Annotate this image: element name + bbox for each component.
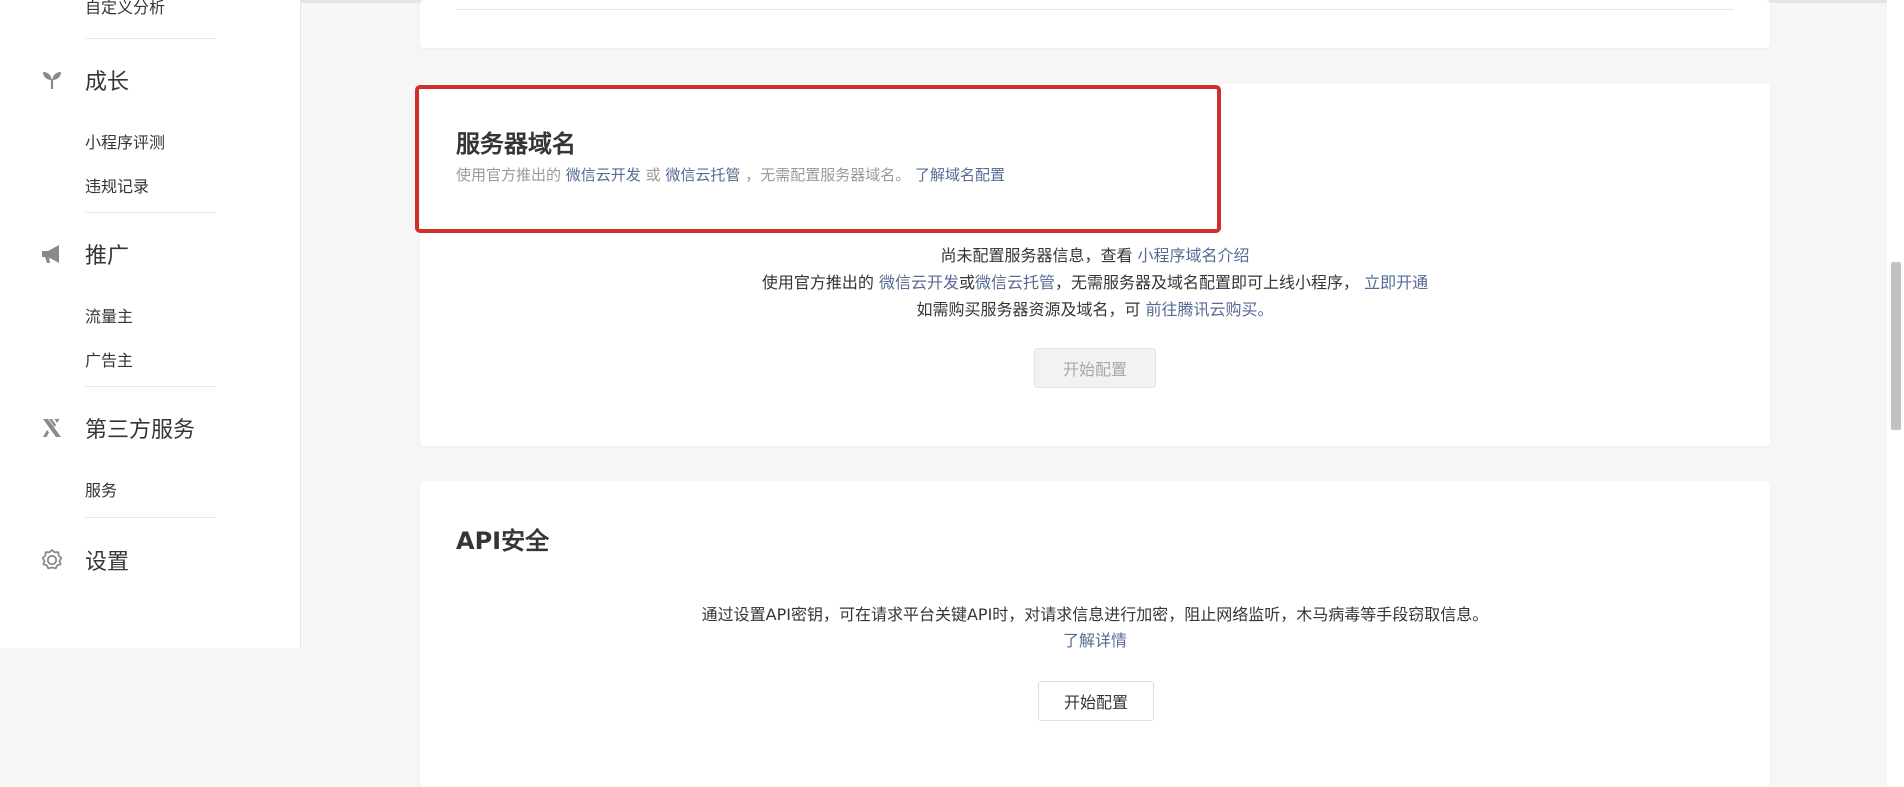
sidebar-group-label: 设置 bbox=[85, 550, 130, 575]
wechat-cloud-hosting-link[interactable]: 微信云托管 bbox=[975, 273, 1055, 292]
highlight-annotation bbox=[415, 85, 1221, 233]
card-title: API安全 bbox=[456, 527, 550, 555]
sidebar-divider bbox=[85, 212, 216, 213]
info-text: 如需购买服务器资源及域名，可 bbox=[916, 300, 1141, 319]
sidebar-group-label: 第三方服务 bbox=[85, 418, 196, 443]
info-text: ，无需服务器及域名配置即可上线小程序， bbox=[1055, 273, 1360, 292]
learn-more-link[interactable]: 了解详情 bbox=[1063, 631, 1127, 650]
empty-state-line: 如需购买服务器资源及域名，可 前往腾讯云购买。 bbox=[420, 296, 1770, 323]
domain-intro-link[interactable]: 小程序域名介绍 bbox=[1138, 246, 1250, 265]
empty-state-line: 尚未配置服务器信息，查看 小程序域名介绍 bbox=[420, 242, 1770, 269]
start-config-button[interactable]: 开始配置 bbox=[1038, 681, 1154, 721]
empty-state-message: 尚未配置服务器信息，查看 小程序域名介绍 使用官方推出的 微信云开发或微信云托管… bbox=[420, 242, 1770, 323]
sidebar: 自定义分析 成长 小程序评测 违规记录 推广 流量主 广告主 第三方服务 服务 … bbox=[0, 0, 301, 648]
info-text: 尚未配置服务器信息，查看 bbox=[940, 246, 1133, 265]
empty-state-line: 使用官方推出的 微信云开发或微信云托管，无需服务器及域名配置即可上线小程序， 立… bbox=[420, 269, 1770, 296]
sidebar-group-settings[interactable]: 设置 bbox=[40, 544, 129, 576]
sidebar-group-promotion[interactable]: 推广 bbox=[40, 238, 129, 270]
sidebar-group-growth[interactable]: 成长 bbox=[40, 64, 129, 96]
wechat-cloud-dev-link[interactable]: 微信云开发 bbox=[879, 273, 959, 292]
sidebar-group-third-party[interactable]: 第三方服务 bbox=[40, 412, 195, 444]
third-party-icon bbox=[40, 416, 64, 440]
sidebar-item-violations[interactable]: 违规记录 bbox=[85, 173, 149, 197]
megaphone-icon bbox=[40, 242, 64, 266]
activate-now-link[interactable]: 立即开通 bbox=[1364, 273, 1428, 292]
sidebar-divider bbox=[85, 517, 216, 518]
sidebar-group-label: 推广 bbox=[85, 244, 130, 269]
sprout-icon bbox=[40, 68, 64, 92]
start-config-button[interactable]: 开始配置 bbox=[1034, 348, 1156, 388]
sidebar-divider bbox=[85, 38, 216, 39]
tencent-cloud-purchase-link[interactable]: 前往腾讯云购买。 bbox=[1146, 300, 1274, 319]
api-security-description: 通过设置API密钥，可在请求平台关键API时，对请求信息进行加密，阻止网络监听，… bbox=[701, 605, 1489, 624]
api-security-card: API安全 通过设置API密钥，可在请求平台关键API时，对请求信息进行加密，阻… bbox=[420, 481, 1770, 787]
sidebar-group-label: 成长 bbox=[85, 70, 130, 95]
sidebar-item-evaluation[interactable]: 小程序评测 bbox=[85, 129, 165, 153]
gear-icon bbox=[40, 548, 64, 572]
scrollbar-thumb[interactable] bbox=[1891, 262, 1901, 430]
sidebar-item-traffic-owner[interactable]: 流量主 bbox=[85, 303, 133, 327]
sidebar-item-custom-analysis[interactable]: 自定义分析 bbox=[85, 0, 165, 18]
info-text: 或 bbox=[958, 273, 975, 292]
sidebar-item-advertiser[interactable]: 广告主 bbox=[85, 347, 133, 371]
sidebar-item-services[interactable]: 服务 bbox=[85, 477, 117, 501]
divider bbox=[456, 9, 1734, 10]
sidebar-divider bbox=[85, 386, 216, 387]
previous-section-card bbox=[420, 0, 1770, 48]
api-security-message: 通过设置API密钥，可在请求平台关键API时，对请求信息进行加密，阻止网络监听，… bbox=[420, 602, 1770, 654]
info-text: 使用官方推出的 bbox=[761, 273, 874, 292]
